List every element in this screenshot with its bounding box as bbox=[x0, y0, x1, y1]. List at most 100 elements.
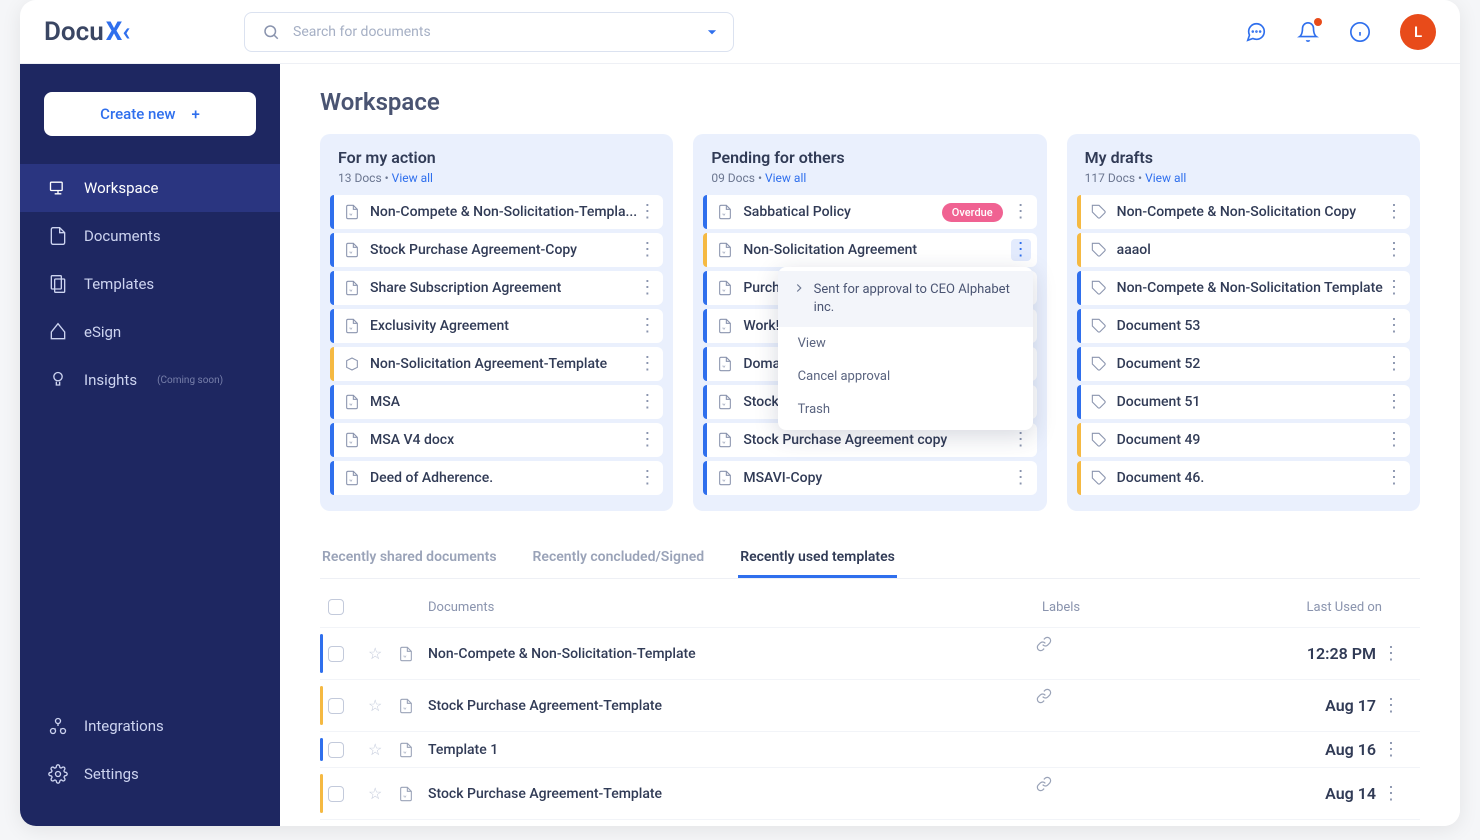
status-edge bbox=[330, 271, 334, 305]
more-icon[interactable]: ⋮ bbox=[637, 469, 657, 487]
templates-icon bbox=[48, 274, 68, 294]
doc-card[interactable]: aaaol⋮ bbox=[1077, 233, 1410, 267]
doc-card[interactable]: Document 49⋮ bbox=[1077, 423, 1410, 457]
doc-icon: w bbox=[717, 470, 733, 486]
nav-templates[interactable]: Templates bbox=[20, 260, 280, 308]
more-icon[interactable]: ⋮ bbox=[637, 203, 657, 221]
menu-item[interactable]: Trash bbox=[778, 393, 1033, 426]
create-new-button[interactable]: Create new + bbox=[44, 92, 256, 136]
more-icon[interactable]: ⋮ bbox=[1384, 393, 1404, 411]
doc-icon: w bbox=[717, 242, 733, 258]
menu-item[interactable]: View bbox=[778, 327, 1033, 360]
doc-card[interactable]: wNon-Compete & Non-Solicitation-Templa..… bbox=[330, 195, 663, 229]
more-icon[interactable]: ⋮ bbox=[1376, 785, 1406, 803]
context-menu: Sent for approval to CEO Alphabet inc.Vi… bbox=[778, 267, 1033, 430]
nav-documents[interactable]: Documents bbox=[20, 212, 280, 260]
doc-card[interactable]: wMSAVI-Copy⋮ bbox=[703, 461, 1036, 495]
more-icon[interactable]: ⋮ bbox=[1011, 239, 1031, 261]
tab[interactable]: Recently shared documents bbox=[320, 539, 499, 578]
more-icon[interactable]: ⋮ bbox=[637, 431, 657, 449]
doc-card[interactable]: Document 51⋮ bbox=[1077, 385, 1410, 419]
doc-card[interactable]: Non-Compete & Non-Solicitation Copy⋮ bbox=[1077, 195, 1410, 229]
more-icon[interactable]: ⋮ bbox=[637, 241, 657, 259]
more-icon[interactable]: ⋮ bbox=[637, 279, 657, 297]
svg-text:w: w bbox=[349, 211, 352, 216]
search-input[interactable] bbox=[293, 24, 695, 40]
more-icon[interactable]: ⋮ bbox=[637, 393, 657, 411]
nav-settings[interactable]: Settings bbox=[20, 750, 280, 798]
status-edge bbox=[1077, 385, 1081, 419]
column-subtitle: 13 Docs • View all bbox=[338, 171, 655, 185]
status-edge bbox=[1077, 461, 1081, 495]
star-icon[interactable]: ☆ bbox=[368, 784, 398, 803]
table-row[interactable]: ☆ w Stock Purchase Agreement-Template Au… bbox=[320, 819, 1420, 826]
row-checkbox[interactable] bbox=[328, 698, 344, 714]
more-icon[interactable]: ⋮ bbox=[1384, 241, 1404, 259]
more-icon[interactable]: ⋮ bbox=[1011, 203, 1031, 221]
table-row[interactable]: ☆ w Stock Purchase Agreement-Template Au… bbox=[320, 679, 1420, 731]
doc-card[interactable]: wSabbatical PolicyOverdue⋮ bbox=[703, 195, 1036, 229]
nav-esign[interactable]: eSign bbox=[20, 308, 280, 356]
bell-icon[interactable] bbox=[1296, 20, 1320, 44]
doc-card[interactable]: Document 53⋮ bbox=[1077, 309, 1410, 343]
status-edge bbox=[703, 347, 707, 381]
more-icon[interactable]: ⋮ bbox=[1376, 645, 1406, 663]
chat-icon[interactable] bbox=[1244, 20, 1268, 44]
star-icon[interactable]: ☆ bbox=[368, 644, 398, 663]
doc-card[interactable]: Non-Solicitation Agreement-Template⋮ bbox=[330, 347, 663, 381]
dropdown-icon[interactable] bbox=[705, 25, 719, 39]
doc-card[interactable]: wShare Subscription Agreement⋮ bbox=[330, 271, 663, 305]
doc-icon: w bbox=[398, 698, 428, 714]
tpl-icon bbox=[344, 356, 360, 372]
more-icon[interactable]: ⋮ bbox=[1384, 431, 1404, 449]
more-icon[interactable]: ⋮ bbox=[637, 355, 657, 373]
doc-card[interactable]: wMSA⋮ bbox=[330, 385, 663, 419]
esign-icon bbox=[48, 322, 68, 342]
more-icon[interactable]: ⋮ bbox=[1384, 203, 1404, 221]
more-icon[interactable]: ⋮ bbox=[1384, 355, 1404, 373]
view-all-link[interactable]: View all bbox=[1145, 171, 1186, 185]
doc-card[interactable]: wStock Purchase Agreement-Copy⋮ bbox=[330, 233, 663, 267]
row-checkbox[interactable] bbox=[328, 742, 344, 758]
doc-card[interactable]: Non-Compete & Non-Solicitation Template⋮ bbox=[1077, 271, 1410, 305]
more-icon[interactable]: ⋮ bbox=[1384, 317, 1404, 335]
more-icon[interactable]: ⋮ bbox=[1376, 741, 1406, 759]
status-edge bbox=[330, 309, 334, 343]
doc-icon: w bbox=[344, 204, 360, 220]
nav-workspace[interactable]: Workspace bbox=[20, 164, 280, 212]
more-icon[interactable]: ⋮ bbox=[1376, 697, 1406, 715]
doc-card[interactable]: wNon-Solicitation Agreement⋮Sent for app… bbox=[703, 233, 1036, 267]
star-icon[interactable]: ☆ bbox=[368, 740, 398, 759]
table-row[interactable]: ☆ w Non-Compete & Non-Solicitation-Templ… bbox=[320, 627, 1420, 679]
more-icon[interactable]: ⋮ bbox=[1384, 279, 1404, 297]
row-checkbox[interactable] bbox=[328, 646, 344, 662]
table-row[interactable]: ☆ w Template 1 Aug 16 ⋮ bbox=[320, 731, 1420, 767]
doc-card[interactable]: wExclusivity Agreement⋮ bbox=[330, 309, 663, 343]
more-icon[interactable]: ⋮ bbox=[637, 317, 657, 335]
doc-card[interactable]: wMSA V4 docx⋮ bbox=[330, 423, 663, 457]
tab[interactable]: Recently concluded/Signed bbox=[531, 539, 707, 578]
star-icon[interactable]: ☆ bbox=[368, 696, 398, 715]
nav-integrations[interactable]: Integrations bbox=[20, 702, 280, 750]
more-icon[interactable]: ⋮ bbox=[1384, 469, 1404, 487]
view-all-link[interactable]: View all bbox=[392, 171, 433, 185]
tabs: Recently shared documents Recently conclu… bbox=[320, 539, 1420, 579]
doc-card[interactable]: Document 46.⋮ bbox=[1077, 461, 1410, 495]
menu-item[interactable]: Cancel approval bbox=[778, 360, 1033, 393]
view-all-link[interactable]: View all bbox=[765, 171, 806, 185]
tab[interactable]: Recently used templates bbox=[738, 539, 897, 578]
select-all-checkbox[interactable] bbox=[328, 599, 344, 615]
svg-text:w: w bbox=[349, 477, 352, 482]
info-icon[interactable] bbox=[1348, 20, 1372, 44]
table-row[interactable]: ☆ w Stock Purchase Agreement-Template Au… bbox=[320, 767, 1420, 819]
more-icon[interactable]: ⋮ bbox=[1011, 469, 1031, 487]
search-box[interactable] bbox=[244, 12, 734, 52]
doc-card[interactable]: wDeed of Adherence.⋮ bbox=[330, 461, 663, 495]
card-title: Stock Purchase Agreement copy bbox=[743, 432, 1010, 448]
svg-text:w: w bbox=[723, 211, 726, 216]
nav-label: Integrations bbox=[84, 717, 164, 735]
avatar[interactable]: L bbox=[1400, 14, 1436, 50]
doc-card[interactable]: Document 52⋮ bbox=[1077, 347, 1410, 381]
more-icon[interactable]: ⋮ bbox=[1011, 431, 1031, 449]
row-checkbox[interactable] bbox=[328, 786, 344, 802]
